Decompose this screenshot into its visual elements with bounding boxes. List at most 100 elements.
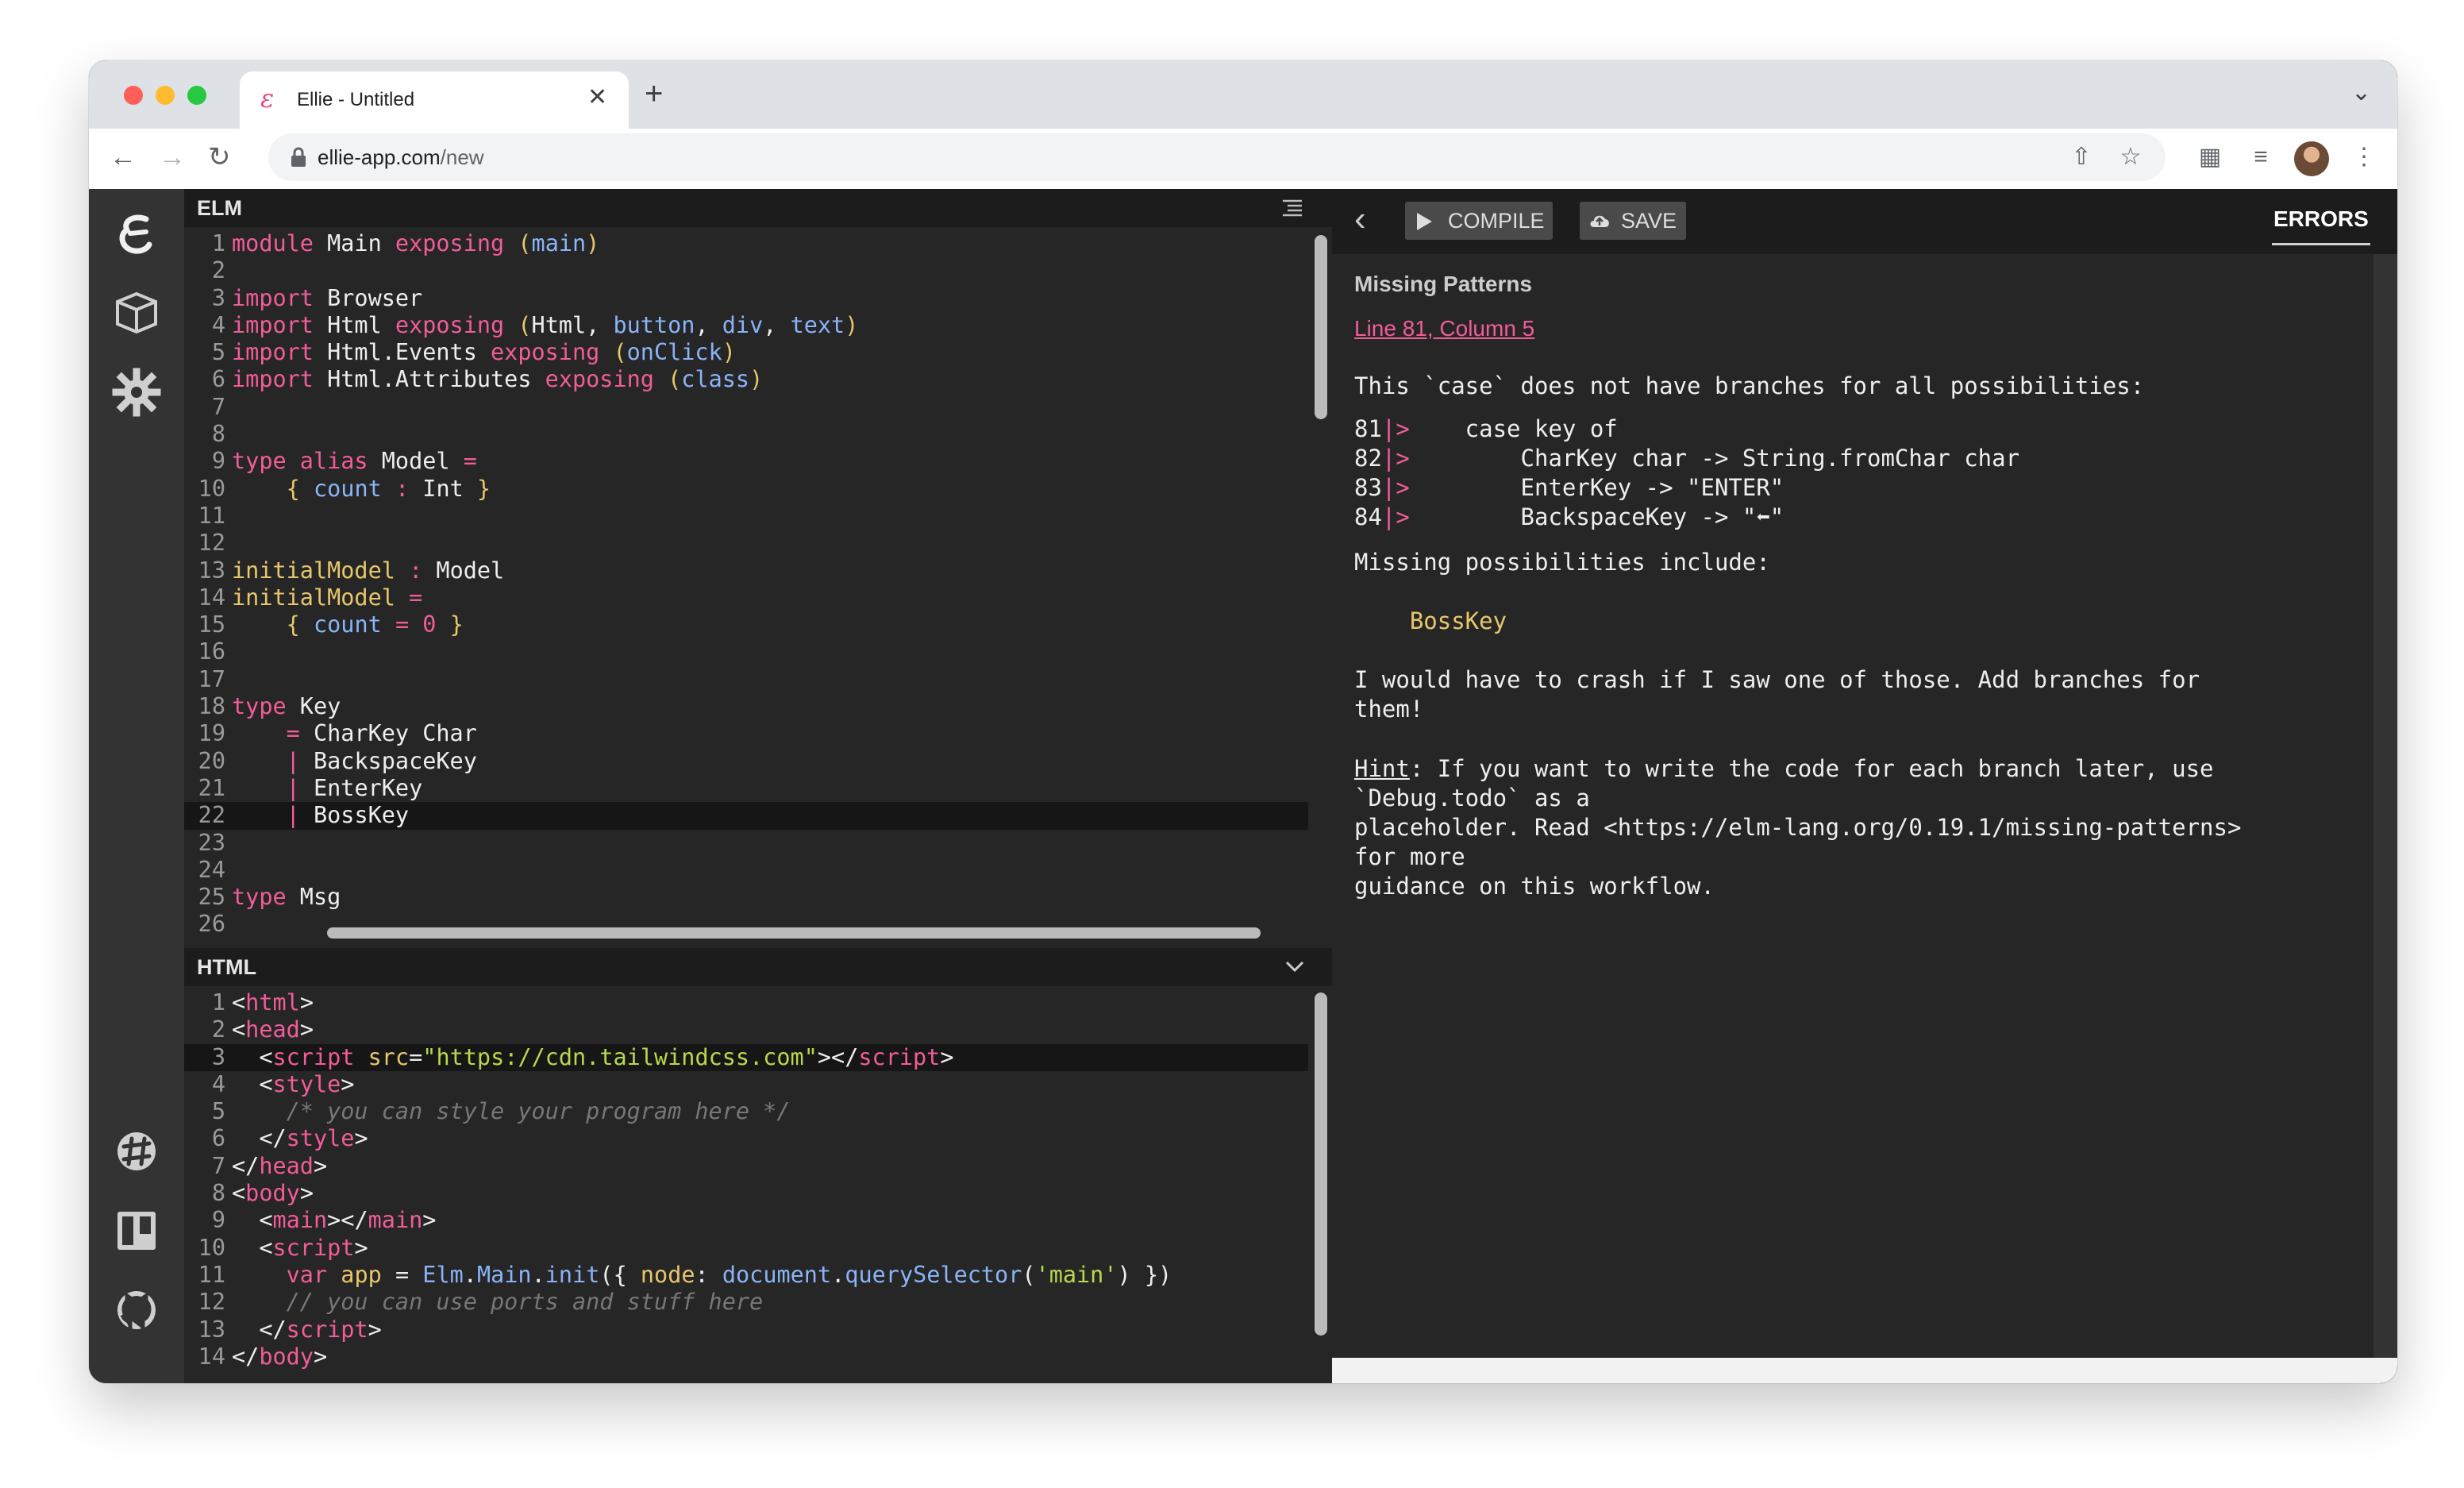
elm-line-18[interactable]: 18 type Key (184, 693, 1308, 720)
line-number: 26 (198, 911, 225, 938)
elm-line-14[interactable]: 14 initialModel = (184, 584, 1308, 611)
forward-arrow-icon[interactable]: → (159, 140, 186, 175)
html-line-12[interactable]: 12 // you can use ports and stuff here (184, 1289, 1308, 1316)
elm-line-24[interactable]: 24 (184, 857, 1308, 884)
line-number: 5 (211, 1098, 225, 1125)
html-line-6[interactable]: 6 </style> (184, 1125, 1308, 1152)
address-bar[interactable]: ellie-app.com/new ⇧ ☆ (268, 133, 2166, 181)
error-location-link[interactable]: Line 81, Column 5 (1354, 316, 1534, 341)
elm-line-4[interactable]: 4 import Html exposing (Html, button, div… (184, 312, 1308, 339)
reload-icon[interactable]: ↻ (208, 140, 231, 175)
line-number: 2 (211, 1016, 225, 1043)
code-text: </body> (232, 1343, 328, 1370)
package-icon[interactable] (111, 287, 162, 338)
back-chevron-icon[interactable]: ‹ (1354, 200, 1366, 238)
elm-line-2[interactable]: 2 (184, 257, 1308, 284)
html-line-9[interactable]: 9 <main></main> (184, 1207, 1308, 1234)
elm-line-3[interactable]: 3 import Browser (184, 285, 1308, 312)
ellie-logo-icon[interactable] (111, 210, 162, 260)
html-line-11[interactable]: 11 var app = Elm.Main.init({ node: docum… (184, 1262, 1308, 1289)
elm-line-8[interactable]: 8 (184, 421, 1308, 448)
elm-line-1[interactable]: 1 module Main exposing (main) (184, 230, 1308, 257)
reading-list-icon[interactable]: ≡ (2245, 141, 2277, 173)
elm-line-6[interactable]: 6 import Html.Attributes exposing (class) (184, 366, 1308, 393)
line-number: 7 (211, 1152, 225, 1179)
trello-icon[interactable] (111, 1205, 162, 1256)
line-number: 14 (198, 584, 225, 611)
tab-ellie[interactable]: ε Ellie - Untitled ✕ (240, 71, 629, 129)
elm-line-13[interactable]: 13 initialModel : Model (184, 557, 1308, 584)
line-number: 23 (198, 829, 225, 856)
elm-code-editor[interactable]: 1 module Main exposing (main) 2 3 import Bro… (184, 230, 1308, 939)
elm-line-7[interactable]: 7 (184, 394, 1308, 421)
error-code-text: BackspaceKey -> "⬅" (1409, 503, 1784, 530)
tab-errors[interactable]: ERRORS (2272, 203, 2370, 245)
elm-vertical-scrollbar[interactable] (1315, 235, 1327, 419)
elm-line-15[interactable]: 15 { count = 0 } (184, 611, 1308, 638)
html-editor-pane: HTML 1 <html> 2 <head> 3 <script src="https:… (184, 948, 1332, 1383)
tab-close-icon[interactable]: ✕ (587, 84, 607, 111)
line-number: 11 (198, 1261, 225, 1288)
html-line-13[interactable]: 13 </script> (184, 1316, 1308, 1343)
browser-window: ε Ellie - Untitled ✕ + ⌄ ← → ↻ ellie-app… (89, 60, 2397, 1383)
line-number: 6 (211, 1125, 225, 1152)
elm-line-23[interactable]: 23 (184, 830, 1308, 857)
share-icon[interactable]: ⇧ (2066, 141, 2097, 173)
gear-icon[interactable] (111, 367, 162, 418)
html-line-8[interactable]: 8 <body> (184, 1180, 1308, 1207)
minimize-window-button[interactable] (156, 86, 175, 105)
error-output: Missing Patterns Line 81, Column 5 This … (1332, 254, 2374, 1358)
html-line-1[interactable]: 1 <html> (184, 989, 1308, 1016)
line-number: 17 (198, 665, 225, 692)
html-line-4[interactable]: 4 <style> (184, 1071, 1308, 1098)
html-line-5[interactable]: 5 /* you can style your program here */ (184, 1098, 1308, 1125)
format-code-icon[interactable] (1281, 199, 1303, 218)
elm-line-10[interactable]: 10 { count : Int } (184, 476, 1308, 503)
elm-line-17[interactable]: 17 (184, 666, 1308, 693)
line-number: 4 (211, 1070, 225, 1097)
line-number: 13 (198, 557, 225, 584)
code-text: | BossKey (286, 802, 410, 829)
bookmark-star-icon[interactable]: ☆ (2115, 141, 2146, 173)
close-window-button[interactable] (124, 86, 143, 105)
elm-line-16[interactable]: 16 (184, 638, 1308, 665)
slack-icon[interactable] (111, 1126, 162, 1177)
maximize-window-button[interactable] (187, 86, 206, 105)
github-icon[interactable] (111, 1285, 162, 1336)
line-number: 10 (198, 1234, 225, 1261)
line-number: 12 (198, 1289, 225, 1316)
profile-avatar[interactable] (2294, 141, 2329, 176)
html-code-editor[interactable]: 1 <html> 2 <head> 3 <script src="https://cdn… (184, 989, 1308, 1370)
elm-line-11[interactable]: 11 (184, 503, 1308, 530)
tab-search-chevron-icon[interactable]: ⌄ (2351, 81, 2371, 105)
html-line-2[interactable]: 2 <head> (184, 1016, 1308, 1043)
error-code-line-number: 82 (1354, 445, 1382, 472)
elm-line-12[interactable]: 12 (184, 530, 1308, 557)
error-code-text: CharKey char -> String.fromChar char (1409, 445, 2020, 472)
elm-line-9[interactable]: 9 type alias Model = (184, 448, 1308, 475)
missing-value: BossKey (1354, 607, 1507, 634)
collapse-chevron-icon[interactable] (1284, 959, 1305, 973)
error-code-line-number: 84 (1354, 503, 1382, 530)
html-line-14[interactable]: 14 </body> (184, 1343, 1308, 1370)
html-line-7[interactable]: 7 </head> (184, 1153, 1308, 1180)
compile-button[interactable]: COMPILE (1405, 202, 1553, 240)
html-line-10[interactable]: 10 <script> (184, 1235, 1308, 1262)
new-tab-icon[interactable]: + (645, 78, 663, 110)
elm-line-25[interactable]: 25 type Msg (184, 884, 1308, 911)
save-button[interactable]: SAVE (1580, 202, 1686, 240)
elm-line-22[interactable]: 22 | BossKey (184, 802, 1308, 830)
extensions-puzzle-icon[interactable]: ▦ (2194, 141, 2226, 173)
elm-line-19[interactable]: 19 = CharKey Char (184, 720, 1308, 747)
elm-line-20[interactable]: 20 | BackspaceKey (184, 748, 1308, 775)
html-line-3[interactable]: 3 <script src="https://cdn.tailwindcss.c… (184, 1043, 1308, 1071)
elm-line-21[interactable]: 21 | EnterKey (184, 775, 1308, 802)
html-vertical-scrollbar[interactable] (1315, 993, 1327, 1336)
more-menu-icon[interactable]: ⋮ (2348, 141, 2380, 173)
back-arrow-icon[interactable]: ← (110, 140, 137, 175)
line-number: 24 (198, 856, 225, 883)
elm-line-5[interactable]: 5 import Html.Events exposing (onClick) (184, 339, 1308, 366)
url-text[interactable]: ellie-app.com/new (318, 145, 484, 170)
error-code-line-number: 81 (1354, 415, 1382, 442)
elm-horizontal-scrollbar[interactable] (327, 927, 1261, 939)
